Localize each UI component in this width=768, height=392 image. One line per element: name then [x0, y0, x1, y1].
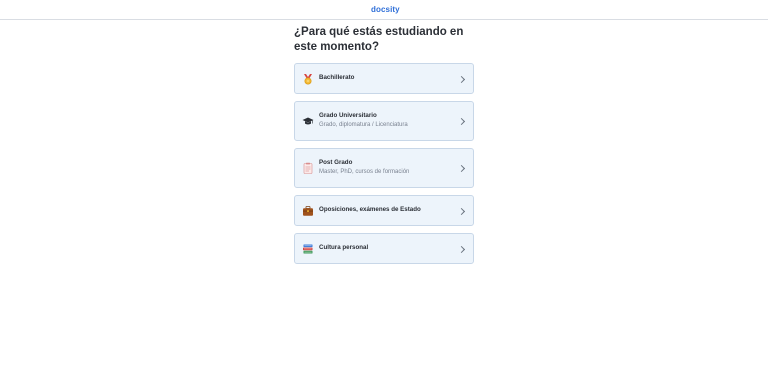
docsity-logo[interactable]: docsity — [371, 5, 400, 15]
chevron-right-icon — [457, 75, 466, 84]
option-label: Bachillerato — [319, 74, 355, 81]
chevron-right-icon — [457, 117, 466, 126]
clipboard-icon — [302, 162, 314, 174]
top-bar: docsity — [0, 0, 768, 20]
chevron-right-icon — [457, 207, 466, 216]
options-list: Bachillerato Grado Universitario Grado, … — [294, 63, 474, 271]
books-icon — [302, 243, 314, 255]
option-subtitle: Grado, diplomatura / Licenciatura — [319, 122, 408, 128]
briefcase-icon — [302, 205, 314, 217]
option-subtitle: Master, PhD, cursos de formación — [319, 169, 410, 175]
option-label: Post Grado — [319, 159, 353, 166]
page-title: ¿Para qué estás estudiando en este momen… — [294, 26, 464, 53]
option-label: Oposiciones, exámenes de Estado — [319, 206, 421, 213]
option-oposiciones[interactable]: Oposiciones, exámenes de Estado — [294, 195, 474, 226]
option-cultura-personal[interactable]: Cultura personal — [294, 233, 474, 264]
option-label: Grado Universitario — [319, 112, 377, 119]
chevron-right-icon — [457, 245, 466, 254]
graduation-cap-icon — [302, 115, 314, 127]
option-bachillerato[interactable]: Bachillerato — [294, 63, 474, 94]
chevron-right-icon — [457, 164, 466, 173]
option-grado-universitario[interactable]: Grado Universitario Grado, diplomatura /… — [294, 101, 474, 141]
option-label: Cultura personal — [319, 244, 369, 251]
option-post-grado[interactable]: Post Grado Master, PhD, cursos de formac… — [294, 148, 474, 188]
medal-icon — [302, 73, 314, 85]
